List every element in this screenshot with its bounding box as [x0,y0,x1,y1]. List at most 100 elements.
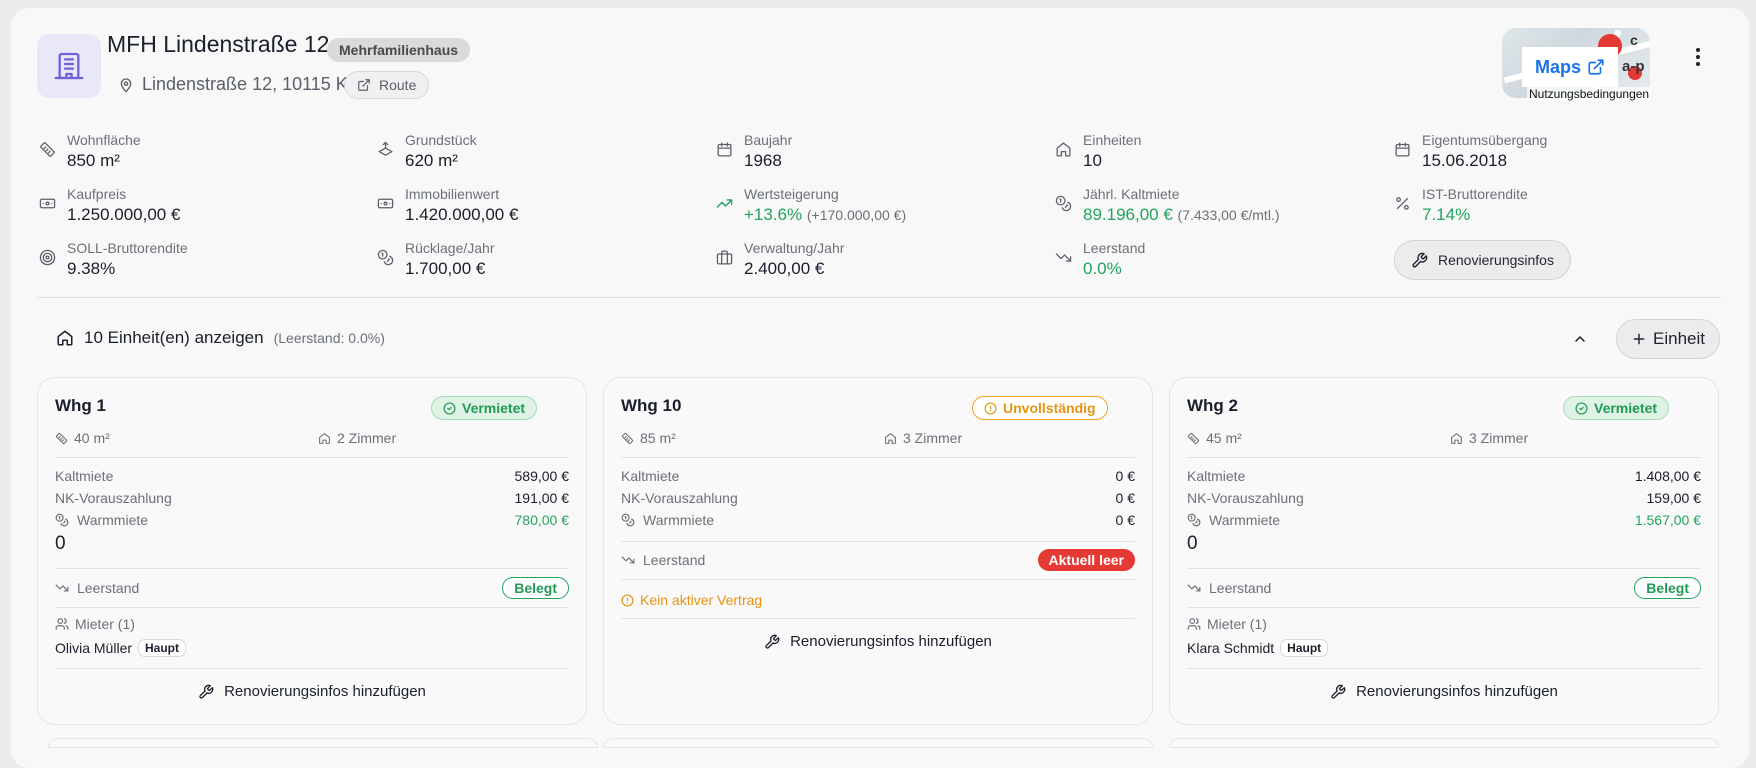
warmmiete-row: Warmmiete 1.567,00 € [1187,512,1701,528]
external-link-icon [1588,59,1604,75]
stat-einheiten: Einheiten 10 [1053,132,1141,172]
coins-icon [377,249,393,266]
row-label: NK-Vorauszahlung [621,490,738,506]
tenants-label: Mieter (1) [55,616,135,632]
row-label: Kaltmiete [621,468,680,484]
stat-value: 9.38% [67,259,116,278]
status-badge: Vermietet [431,396,538,420]
row-value: 159,00 € [1646,490,1702,506]
stat-baujahr: Baujahr 1968 [714,132,792,172]
renovation-info-button[interactable]: Renovierungsinfos [1394,240,1571,280]
coins-icon [1187,513,1201,527]
divider [1187,457,1701,458]
stat-wertsteigerung: Wertsteigerung +13.6% (+170.000,00 €) [714,186,906,226]
area-value: 40 m² [74,430,110,446]
add-renovation-button[interactable]: Renovierungsinfos hinzufügen [1170,683,1718,700]
divider [55,668,569,669]
unit-card[interactable]: Whg 2 Vermietet 45 m² 3 Zimmer Kaltmiete… [1169,377,1719,725]
area-value: 45 m² [1206,430,1242,446]
warm-label: Warmmiete [77,512,149,528]
tenants-label: Mieter (1) [1187,616,1267,632]
renovation-info-label: Renovierungsinfos [1438,252,1554,268]
row-label: Leerstand [1187,580,1271,596]
rooms-value: 3 Zimmer [1469,430,1529,446]
occupancy-badge: Belegt [502,577,569,599]
leerstand-label: Leerstand [77,580,140,596]
unit-area: 45 m² [1187,430,1242,446]
tenant-name: Olivia Müller [55,640,133,656]
divider [55,607,569,608]
row-label: Warmmiete [55,512,148,528]
stat-value: 1968 [744,151,782,170]
section-divider [37,297,1721,298]
add-renovation-button[interactable]: Renovierungsinfos hinzufügen [604,633,1152,650]
external-link-icon [358,79,370,91]
warm-label: Warmmiete [643,512,715,528]
stat-value: 2.400,00 € [744,259,825,278]
tenant-role-badge: Haupt [138,639,187,657]
unit-card[interactable]: Whg 10 Unvollständig 85 m² 3 Zimmer Kalt… [603,377,1153,725]
stat-value: 10 [1083,151,1102,170]
wrench-icon [765,634,780,649]
unit-area: 85 m² [621,430,676,446]
warm-label: Warmmiete [1209,512,1281,528]
tenant-entry[interactable]: Olivia Müller Haupt [55,639,187,657]
row-value: 780,00 € [514,512,570,528]
stat-ist-rendite: IST-Bruttorendite 7.14% [1392,186,1528,226]
ruler-icon [621,432,634,444]
map-terms-link[interactable]: Nutzungsbedingungen [1527,87,1652,101]
chevron-up-icon[interactable] [1572,331,1588,352]
nk-row: NK-Vorauszahlung 0 € [621,490,1135,506]
stat-wohnflaeche: Wohnfläche 850 m² [37,132,141,172]
add-renovation-button[interactable]: Renovierungsinfos hinzufügen [38,683,586,700]
stat-label: Kaufpreis [67,186,127,202]
stat-label: Verwaltung/Jahr [744,240,845,256]
route-label: Route [379,77,417,93]
no-contract-warning: Kein aktiver Vertrag [621,592,762,608]
tenant-entry[interactable]: Klara Schmidt Haupt [1187,639,1329,657]
units-toggle[interactable]: 10 Einheit(en) anzeigen (Leerstand: 0.0%… [56,328,385,348]
unit-card[interactable]: Whg 1 Vermietet 40 m² 2 Zimmer Kaltmiete… [37,377,587,725]
percent-icon [1395,197,1409,210]
wrench-icon [1331,684,1346,699]
stat-value: 620 m² [405,151,458,170]
land-plot-icon [377,141,393,156]
area-value: 85 m² [640,430,676,446]
users-icon [55,618,69,630]
rooms-value: 3 Zimmer [903,430,963,446]
address-text: Lindenstraße 12, 10115 Köln [142,74,372,94]
unit-rooms: 3 Zimmer [884,430,962,446]
route-button[interactable]: Route [344,71,430,99]
status-badge: Vermietet [1563,396,1670,420]
property-type-badge: Mehrfamilienhaus [327,38,471,62]
stat-eigentumsuebergang: Eigentumsübergang 15.06.2018 [1392,132,1547,172]
status-badge: Unvollständig [972,396,1108,420]
maps-label: Maps [1534,56,1581,77]
nk-row: NK-Vorauszahlung 191,00 € [55,490,569,506]
home-icon [57,330,73,346]
stat-kaltmiete: Jährl. Kaltmiete 89.196,00 € (7.433,00 €/… [1053,186,1279,226]
add-unit-button[interactable]: Einheit [1616,319,1720,359]
stat-label: Rücklage/Jahr [405,240,495,256]
row-value: 0 € [1115,490,1135,506]
leerstand-label: Leerstand [1209,580,1272,596]
stat-grundstueck: Grundstück 620 m² [375,132,477,172]
row-value: 0 € [1115,468,1135,484]
divider [55,457,569,458]
units-toggle-label: 10 Einheit(en) anzeigen [84,328,264,347]
occupancy-badge: Aktuell leer [1037,549,1135,571]
leerstand-label: Leerstand [643,552,706,568]
divider [621,618,1135,619]
stat-label: Leerstand [1083,240,1146,256]
open-maps-button[interactable]: Maps [1522,47,1618,87]
stat-label: Eigentumsübergang [1422,132,1548,148]
stat-value: 0.0% [1083,259,1122,278]
stat-label: Jährl. Kaltmiete [1083,186,1180,202]
building-logo [37,34,101,98]
more-options-icon[interactable] [1688,47,1708,67]
trending-down-icon [1055,253,1071,262]
occupancy-badge: Belegt [1634,577,1701,599]
trending-down-icon [1187,584,1201,592]
divider [621,457,1135,458]
row-value: 589,00 € [514,468,570,484]
